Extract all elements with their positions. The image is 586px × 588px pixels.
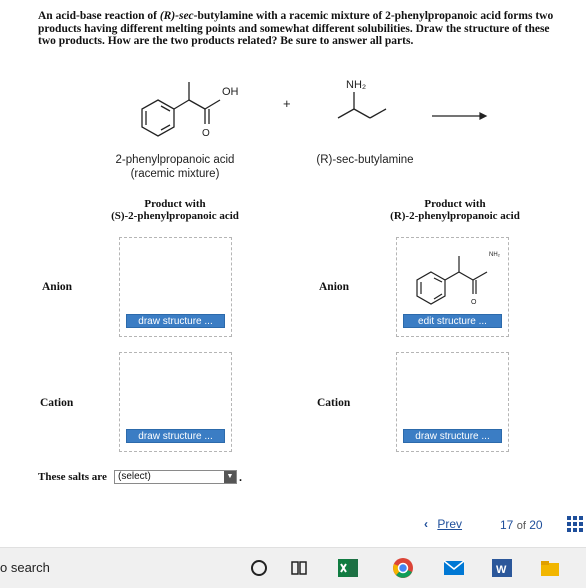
- reaction-scheme: OH O + NH₂: [141, 79, 488, 139]
- left-anion-label: Anion: [42, 281, 73, 293]
- left-cation-label: Cation: [40, 397, 74, 409]
- left-column-header: Product with (S)-2-phenylpropanoic acid: [111, 198, 239, 222]
- excel-icon[interactable]: [336, 556, 360, 580]
- task-view-icon[interactable]: [287, 556, 311, 580]
- word-icon[interactable]: W: [490, 556, 514, 580]
- amine-chain: [337, 92, 387, 119]
- select-period: .: [239, 470, 242, 484]
- s-anion-drawing-box[interactable]: draw structure ...: [119, 237, 232, 337]
- file-explorer-icon[interactable]: [538, 556, 562, 580]
- salts-prompt: These salts are: [38, 471, 107, 483]
- page-counter: 17 of 20: [500, 518, 543, 532]
- draw-structure-button[interactable]: draw structure ...: [126, 429, 225, 443]
- anion-structure: NH₂ O: [416, 252, 501, 306]
- right-cation-label: Cation: [317, 397, 351, 409]
- taskbar: o search W: [0, 547, 586, 588]
- prev-button[interactable]: ‹ Prev: [424, 517, 462, 531]
- right-anion-label: Anion: [319, 281, 350, 293]
- cortana-circle-icon[interactable]: [247, 556, 271, 580]
- r-anion-drawing-box[interactable]: NH₂ O edit structure ...: [396, 237, 509, 337]
- benzene-ring: [141, 99, 175, 137]
- oh-label: OH: [222, 86, 239, 98]
- mail-icon[interactable]: [442, 556, 466, 580]
- o-label: O: [202, 128, 210, 139]
- taskbar-search[interactable]: o search: [0, 560, 50, 575]
- chrome-icon[interactable]: [391, 556, 415, 580]
- svg-text:NH₂: NH₂: [489, 252, 501, 258]
- chevron-down-icon: ▼: [224, 471, 236, 483]
- svg-text:W: W: [496, 564, 507, 576]
- right-column-header: Product with (R)-2-phenylpropanoic acid: [390, 198, 520, 222]
- question-text: An acid-base reaction of (R)-sec-butylam…: [38, 10, 554, 47]
- edit-structure-button[interactable]: edit structure ...: [403, 314, 502, 328]
- draw-structure-button[interactable]: draw structure ...: [403, 429, 502, 443]
- acid-caption: 2-phenylpropanoic acid (racemic mixture): [115, 154, 235, 180]
- grid-menu-icon[interactable]: [567, 516, 583, 532]
- plus-sign: +: [283, 96, 291, 111]
- chevron-left-icon: ‹: [424, 517, 428, 531]
- draw-structure-button[interactable]: draw structure ...: [126, 314, 225, 328]
- salts-relation-select[interactable]: (select) ▼: [114, 470, 237, 484]
- r-cation-drawing-box[interactable]: draw structure ...: [396, 352, 509, 452]
- nh2-label: NH₂: [346, 79, 366, 91]
- acid-chain: [173, 82, 221, 124]
- amine-caption: (R)-sec-butylamine: [316, 154, 414, 166]
- svg-text:O: O: [471, 299, 477, 306]
- reaction-arrow: [432, 112, 488, 120]
- s-cation-drawing-box[interactable]: draw structure ...: [119, 352, 232, 452]
